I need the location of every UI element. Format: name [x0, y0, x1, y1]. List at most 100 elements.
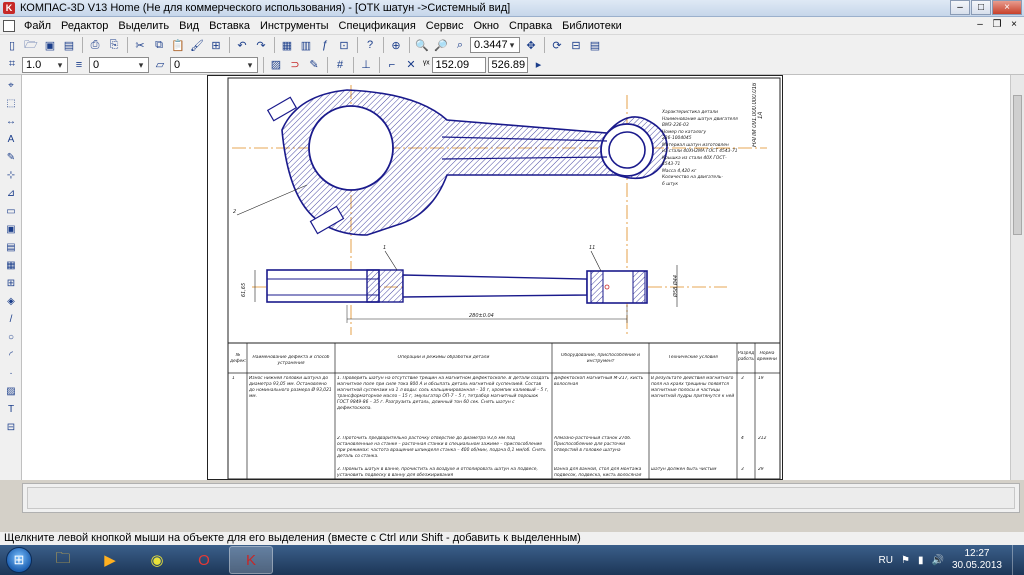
specification-icon[interactable]: ▤: [2, 239, 20, 255]
geometry-icon[interactable]: ⌖: [2, 77, 20, 93]
scale-combo[interactable]: 1.0: [22, 56, 68, 73]
window-title: КОМПАС-3D V13 Home (Не для коммерческого…: [20, 2, 511, 14]
line-icon[interactable]: /: [2, 311, 20, 327]
language-indicator[interactable]: RU: [879, 555, 893, 566]
new-document-icon[interactable]: ▯: [3, 36, 21, 54]
menu-help[interactable]: Справка: [504, 17, 557, 35]
pan-icon[interactable]: ✥: [522, 36, 540, 54]
filter-icon[interactable]: ▨: [267, 56, 285, 74]
menu-select[interactable]: Выделить: [113, 17, 174, 35]
menu-view[interactable]: Вид: [174, 17, 204, 35]
fit-sheet-icon[interactable]: ⊟: [567, 36, 585, 54]
associative-views-icon[interactable]: ▣: [2, 221, 20, 237]
menu-tools[interactable]: Инструменты: [255, 17, 334, 35]
fragment-icon[interactable]: ◈: [2, 293, 20, 309]
drawing-canvas[interactable]: НАПМ 091.000.000.016 1А Характеристика д…: [22, 75, 1010, 480]
function-icon[interactable]: ƒ: [316, 36, 334, 54]
doc-close-button[interactable]: ×: [1006, 18, 1022, 32]
document-icon[interactable]: [3, 19, 15, 32]
close-button[interactable]: ×: [992, 0, 1022, 15]
open-folder-icon[interactable]: 🗁: [22, 36, 40, 54]
arc-icon[interactable]: ◜: [2, 347, 20, 363]
local-cs-icon[interactable]: ⊥: [357, 56, 375, 74]
refresh-icon[interactable]: ⟳: [548, 36, 566, 54]
vertical-scrollbar[interactable]: [1010, 75, 1024, 480]
taskbar-chrome-icon[interactable]: ◉: [135, 546, 179, 574]
round-icon[interactable]: ✕: [402, 56, 420, 74]
menu-file[interactable]: Файл: [19, 17, 56, 35]
select-icon[interactable]: ⬚: [2, 95, 20, 111]
measure-icon[interactable]: ⊿: [2, 185, 20, 201]
notation-icon[interactable]: A: [2, 131, 20, 147]
redo-icon[interactable]: ↷: [252, 36, 270, 54]
layer-icon[interactable]: ≡: [70, 56, 88, 74]
header-time: Норма времени: [757, 351, 777, 362]
taskbar-explorer-icon[interactable]: 🗀: [41, 546, 85, 574]
edit-icon[interactable]: ✎: [2, 149, 20, 165]
tray-network-icon[interactable]: ▮: [918, 555, 924, 566]
coord-y-field[interactable]: 526.89: [487, 56, 528, 73]
grid-scale-icon[interactable]: ⌗: [3, 56, 21, 74]
menu-libraries[interactable]: Библиотеки: [557, 17, 627, 35]
print-preview-icon[interactable]: ⎙: [86, 36, 104, 54]
menu-specification[interactable]: Спецификация: [334, 17, 421, 35]
help-pointer-icon[interactable]: ?: [361, 36, 379, 54]
print-icon[interactable]: ⎘: [105, 36, 123, 54]
point-icon[interactable]: ·: [2, 365, 20, 381]
zoom-in-icon[interactable]: 🔍: [413, 36, 431, 54]
maximize-button[interactable]: □: [971, 0, 991, 15]
grid-icon[interactable]: #: [331, 56, 349, 74]
taskbar-kompas-icon[interactable]: K: [229, 546, 273, 574]
tray-volume-icon[interactable]: 🔊: [931, 555, 943, 566]
manager-icon[interactable]: ▦: [278, 36, 296, 54]
start-button[interactable]: ⊞: [0, 545, 38, 575]
format-brush-icon[interactable]: 🖌: [188, 36, 206, 54]
selection-icon[interactable]: ▭: [2, 203, 20, 219]
menu-service[interactable]: Сервис: [421, 17, 469, 35]
save-all-icon[interactable]: ▤: [60, 36, 78, 54]
cut-icon[interactable]: ✂: [131, 36, 149, 54]
menu-editor[interactable]: Редактор: [56, 17, 113, 35]
zoom-combo[interactable]: 0.3447: [470, 37, 520, 53]
zoom-window-icon[interactable]: ⊕: [387, 36, 405, 54]
minimize-button[interactable]: ‒: [950, 0, 970, 15]
text-icon[interactable]: T: [2, 401, 20, 417]
snap-settings-icon[interactable]: ✎: [305, 56, 323, 74]
snap-magnet-icon[interactable]: ⊃: [286, 56, 304, 74]
separator: [229, 37, 230, 53]
paste-icon[interactable]: 📋: [169, 36, 187, 54]
coord-options-icon[interactable]: ▸: [530, 56, 548, 74]
doc-minimize-button[interactable]: ‒: [972, 18, 988, 32]
table-icon[interactable]: ⊟: [2, 419, 20, 435]
view-icon[interactable]: ▱: [151, 56, 169, 74]
ortho-icon[interactable]: ⌐: [383, 56, 401, 74]
zoom-all-icon[interactable]: ⌕: [451, 36, 469, 54]
callout-11: 11: [589, 245, 596, 251]
taskbar-media-player-icon[interactable]: ▶: [88, 546, 132, 574]
hatch-icon[interactable]: ▨: [2, 383, 20, 399]
coord-x-field[interactable]: 152.09: [431, 56, 486, 73]
menu-window[interactable]: Окно: [468, 17, 504, 35]
style-combo[interactable]: 0: [170, 56, 258, 73]
scrollbar-thumb[interactable]: [1013, 95, 1022, 235]
menu-insert[interactable]: Вставка: [204, 17, 255, 35]
taskbar-opera-icon[interactable]: O: [182, 546, 226, 574]
dimensions-icon[interactable]: ↔: [2, 113, 20, 129]
circle-icon[interactable]: ○: [2, 329, 20, 345]
parametrization-icon[interactable]: ⊹: [2, 167, 20, 183]
doc-restore-button[interactable]: ❐: [989, 18, 1005, 32]
properties-icon[interactable]: ⊞: [207, 36, 225, 54]
clock[interactable]: 12:27 30.05.2013: [952, 548, 1002, 572]
zoom-out-icon[interactable]: 🔎: [432, 36, 450, 54]
layers-icon[interactable]: ▤: [586, 36, 604, 54]
insert-icon[interactable]: ⊞: [2, 275, 20, 291]
layer-combo[interactable]: 0: [89, 56, 149, 73]
variables-icon[interactable]: ⊡: [335, 36, 353, 54]
reports-icon[interactable]: ▦: [2, 257, 20, 273]
library-icon[interactable]: ▥: [297, 36, 315, 54]
copy-icon[interactable]: ⧉: [150, 36, 168, 54]
save-icon[interactable]: ▣: [41, 36, 59, 54]
show-desktop-button[interactable]: [1012, 545, 1024, 575]
tray-flag-icon[interactable]: ⚑: [901, 555, 910, 566]
undo-icon[interactable]: ↶: [233, 36, 251, 54]
